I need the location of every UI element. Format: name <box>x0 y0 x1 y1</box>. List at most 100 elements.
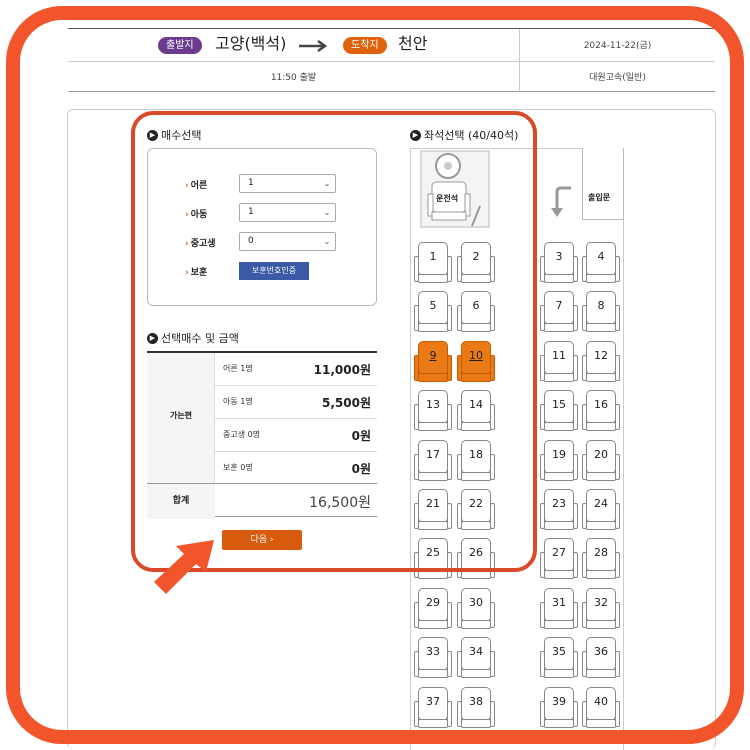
seat-base <box>418 570 448 580</box>
seat-18[interactable]: 18 <box>457 439 495 482</box>
seat-number: 13 <box>426 398 440 412</box>
seat-3[interactable]: 3 <box>540 242 578 284</box>
seat-37[interactable]: 37 <box>414 686 452 729</box>
departure-city: 고양(백석) <box>215 34 287 53</box>
seat-16[interactable]: 16 <box>582 390 620 432</box>
seat-25[interactable]: 25 <box>414 538 452 580</box>
seat-33[interactable]: 33 <box>414 637 452 679</box>
bullet-arrow-icon: ▶ <box>147 332 158 344</box>
seat-1[interactable]: 1 <box>414 242 452 284</box>
seat-base <box>586 619 616 629</box>
seat-number: 6 <box>472 299 480 313</box>
seat-base <box>461 323 491 333</box>
seat-base <box>418 471 448 481</box>
seat-base <box>544 274 574 283</box>
fare-row-label: 어른 1명 <box>223 364 253 373</box>
seat-4[interactable]: 4 <box>582 242 620 284</box>
seat-2[interactable]: 2 <box>457 242 495 284</box>
seat-28[interactable]: 28 <box>582 538 620 580</box>
seat-number: 21 <box>426 497 440 510</box>
seat-number: 23 <box>552 497 566 510</box>
fare-title: ▶ 선택매수 및 금액 <box>147 330 239 346</box>
seat-34[interactable]: 34 <box>457 637 495 679</box>
fare-title-text: 선택매수 및 금액 <box>161 332 239 345</box>
veteran-auth-button[interactable]: 보훈번호인증 <box>239 262 309 280</box>
seat-number: 38 <box>469 694 483 708</box>
seat-19[interactable]: 19 <box>540 439 578 482</box>
seat-9[interactable]: 9 <box>414 340 452 383</box>
seat-11[interactable]: 11 <box>540 340 578 383</box>
fare-row-amount: 0원 <box>351 429 371 443</box>
seat-31[interactable]: 31 <box>540 587 578 630</box>
fare-row-amount: 11,000원 <box>313 363 371 377</box>
page: { "header": { "departure_badge": "출발지", … <box>0 0 750 750</box>
seat-number: 8 <box>597 299 605 313</box>
seat-base <box>544 372 574 382</box>
seat-30[interactable]: 30 <box>457 587 495 630</box>
fare-row-label: 중고생 0명 <box>223 430 261 439</box>
seat-40[interactable]: 40 <box>582 686 620 729</box>
ticket-count-box <box>147 148 377 306</box>
seat-base <box>586 471 616 481</box>
seat-22[interactable]: 22 <box>457 489 495 531</box>
seat-base <box>544 669 574 679</box>
seat-26[interactable]: 26 <box>457 538 495 580</box>
seat-20[interactable]: 20 <box>582 439 620 482</box>
seat-17[interactable]: 17 <box>414 439 452 482</box>
seat-number: 2 <box>472 250 480 263</box>
seat-number: 19 <box>552 447 566 461</box>
seat-27[interactable]: 27 <box>540 538 578 580</box>
seat-base <box>544 422 574 432</box>
fare-direction-cell: 가는편 <box>147 353 215 483</box>
seat-base <box>461 521 491 530</box>
seat-8[interactable]: 8 <box>582 291 620 333</box>
seat-base <box>461 274 491 283</box>
child-label: 아동 <box>185 207 208 220</box>
adult-count-select[interactable]: 1 ⌄ <box>239 174 336 193</box>
seat-base <box>586 718 616 728</box>
ticket-count-title: ▶ 매수선택 <box>147 127 201 143</box>
seat-number: 37 <box>426 694 440 708</box>
seat-32[interactable]: 32 <box>582 587 620 630</box>
seat-29[interactable]: 29 <box>414 587 452 630</box>
fare-row-label: 아동 1명 <box>223 397 253 406</box>
seat-24[interactable]: 24 <box>582 489 620 531</box>
seat-23[interactable]: 23 <box>540 489 578 531</box>
seat-number: 4 <box>597 250 605 263</box>
child-count-select[interactable]: 1 ⌄ <box>239 203 336 222</box>
seat-map-title-text: 좌석선택 (40/40석) <box>424 129 519 142</box>
seat-6[interactable]: 6 <box>457 291 495 333</box>
next-button[interactable]: 다음 › <box>222 530 302 550</box>
seat-number: 31 <box>552 595 566 609</box>
seat-number: 15 <box>552 398 566 412</box>
bullet-arrow-icon: ▶ <box>410 129 421 141</box>
chevron-down-icon: ⌄ <box>323 208 331 217</box>
seat-number: 28 <box>594 546 608 560</box>
seat-7[interactable]: 7 <box>540 291 578 333</box>
seat-5[interactable]: 5 <box>414 291 452 333</box>
seat-10[interactable]: 10 <box>457 340 495 383</box>
seat-14[interactable]: 14 <box>457 390 495 432</box>
seat-number: 33 <box>426 645 440 659</box>
student-count-value: 0 <box>248 236 254 246</box>
seat-base <box>586 669 616 679</box>
seat-number: 36 <box>594 645 608 659</box>
seat-21[interactable]: 21 <box>414 489 452 531</box>
seat-13[interactable]: 13 <box>414 390 452 432</box>
pointer-arrow-icon <box>154 540 214 594</box>
seat-number: 25 <box>426 546 440 560</box>
seat-36[interactable]: 36 <box>582 637 620 679</box>
seat-base <box>544 570 574 580</box>
seat-number: 3 <box>555 250 563 263</box>
seat-38[interactable]: 38 <box>457 686 495 729</box>
seat-number: 29 <box>426 595 440 609</box>
chevron-right-icon: › <box>269 535 274 545</box>
seat-35[interactable]: 35 <box>540 637 578 679</box>
student-count-select[interactable]: 0 ⌄ <box>239 232 336 251</box>
seat-15[interactable]: 15 <box>540 390 578 432</box>
seat-39[interactable]: 39 <box>540 686 578 729</box>
fare-row: 어른 1명 11,000원 <box>215 353 377 386</box>
seat-number: 34 <box>469 645 483 659</box>
adult-count-value: 1 <box>248 178 254 188</box>
seat-12[interactable]: 12 <box>582 340 620 383</box>
